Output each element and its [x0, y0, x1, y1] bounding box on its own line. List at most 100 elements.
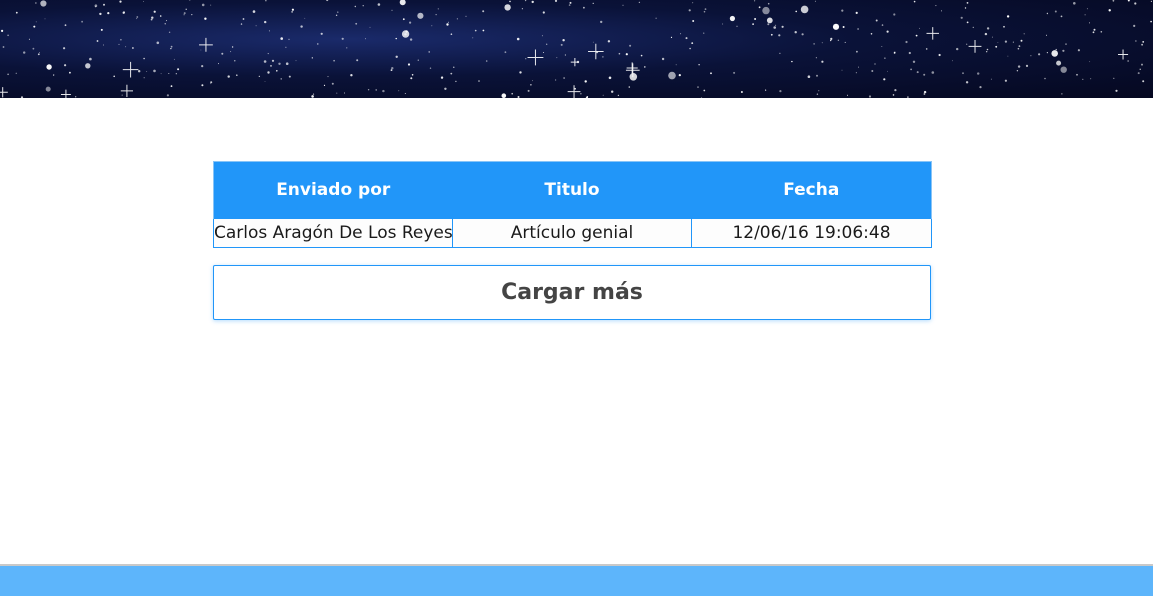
- star: [857, 28, 859, 30]
- star: [221, 52, 224, 55]
- star: [856, 50, 858, 53]
- sparkle-star: [570, 57, 580, 67]
- star: [404, 93, 406, 94]
- star: [312, 93, 315, 95]
- star: [204, 17, 207, 20]
- star: [1055, 48, 1057, 51]
- star: [1127, 60, 1129, 62]
- star: [1062, 49, 1065, 52]
- star: [450, 72, 453, 75]
- star: [395, 37, 397, 40]
- star: [183, 14, 185, 16]
- star: [847, 94, 848, 96]
- star: [356, 59, 359, 62]
- star: [1142, 80, 1145, 83]
- star: [740, 91, 743, 93]
- star: [1142, 41, 1145, 43]
- star: [1127, 0, 1130, 2]
- star: [1012, 41, 1014, 43]
- star: [267, 71, 270, 74]
- star: [504, 4, 511, 11]
- star: [429, 67, 432, 69]
- star: [125, 46, 127, 48]
- star: [935, 5, 937, 7]
- star: [2, 46, 5, 48]
- star: [1051, 50, 1058, 57]
- star: [984, 32, 988, 36]
- star: [132, 47, 134, 49]
- load-more-button[interactable]: Cargar más: [213, 265, 931, 320]
- star: [33, 25, 36, 28]
- column-header-title[interactable]: Titulo: [452, 161, 692, 219]
- star: [210, 4, 212, 6]
- footer-bar: [0, 566, 1153, 596]
- star: [842, 26, 845, 28]
- star: [478, 80, 480, 82]
- star: [153, 69, 156, 73]
- star: [121, 94, 123, 96]
- star: [703, 32, 705, 34]
- star: [670, 36, 673, 39]
- star: [474, 29, 477, 32]
- star: [519, 71, 522, 74]
- star: [964, 7, 967, 9]
- star: [554, 0, 558, 2]
- table-row[interactable]: Carlos Aragón De Los Reyes Artículo geni…: [213, 218, 932, 248]
- star: [100, 28, 103, 31]
- star: [1100, 31, 1103, 33]
- star: [428, 51, 431, 53]
- star: [164, 23, 166, 25]
- star: [830, 39, 832, 42]
- star: [265, 0, 267, 2]
- star: [574, 88, 576, 90]
- star: [44, 18, 46, 20]
- star: [94, 4, 98, 7]
- star: [350, 74, 353, 77]
- star: [691, 42, 694, 44]
- star: [276, 70, 278, 72]
- star: [923, 90, 927, 94]
- star: [113, 75, 115, 78]
- star: [285, 46, 287, 48]
- star: [600, 20, 603, 24]
- star: [1092, 31, 1095, 34]
- star: [685, 37, 688, 40]
- column-header-sender[interactable]: Enviado por: [213, 161, 453, 219]
- main-content: Enviado por Titulo Fecha Carlos Aragón D…: [0, 98, 1153, 564]
- star: [1065, 43, 1067, 45]
- cell-sender[interactable]: Carlos Aragón De Los Reyes: [213, 218, 453, 248]
- star: [1016, 70, 1019, 72]
- star: [242, 18, 245, 20]
- star: [1017, 47, 1020, 50]
- star: [765, 89, 767, 91]
- star: [240, 23, 243, 25]
- star: [96, 40, 99, 42]
- star: [227, 75, 230, 78]
- star: [894, 89, 897, 92]
- star: [562, 39, 565, 42]
- star: [15, 72, 17, 74]
- column-header-date[interactable]: Fecha: [691, 161, 932, 219]
- star: [710, 72, 712, 75]
- star: [602, 56, 604, 58]
- star: [781, 25, 784, 28]
- star: [531, 0, 534, 4]
- star: [774, 24, 777, 26]
- star: [143, 77, 145, 79]
- star: [136, 18, 138, 20]
- star: [625, 53, 628, 56]
- star: [89, 57, 92, 61]
- star: [218, 63, 219, 65]
- star: [1030, 55, 1032, 57]
- star: [919, 27, 920, 29]
- star: [323, 84, 326, 86]
- star: [362, 5, 364, 7]
- star: [300, 25, 303, 28]
- star: [1139, 68, 1141, 71]
- star: [977, 72, 980, 75]
- star: [317, 43, 319, 45]
- star: [698, 63, 700, 66]
- cell-title[interactable]: Artículo genial: [452, 218, 692, 248]
- star: [39, 52, 40, 54]
- star: [979, 86, 982, 89]
